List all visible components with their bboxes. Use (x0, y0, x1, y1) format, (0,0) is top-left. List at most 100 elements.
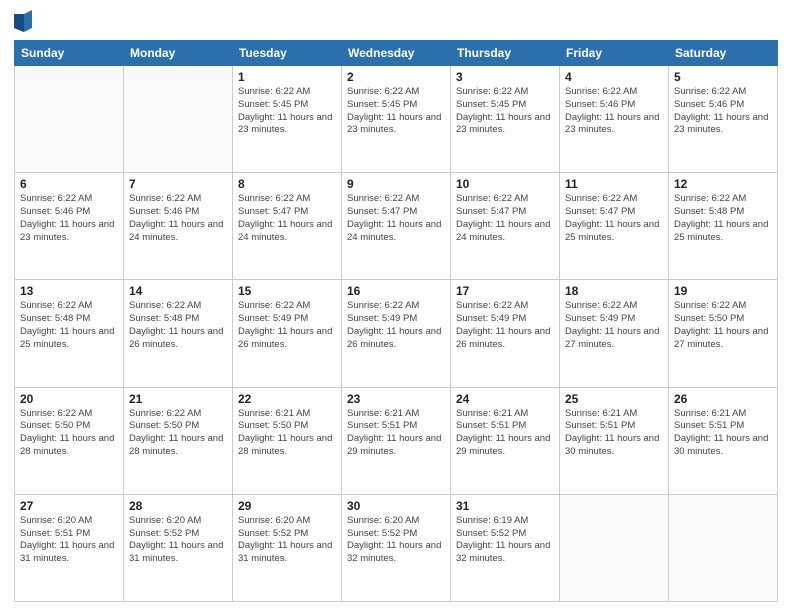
day-info: Sunrise: 6:20 AM Sunset: 5:52 PM Dayligh… (347, 515, 445, 566)
header-day-tuesday: Tuesday (233, 41, 342, 66)
day-info: Sunrise: 6:22 AM Sunset: 5:46 PM Dayligh… (20, 193, 118, 244)
day-cell: 9Sunrise: 6:22 AM Sunset: 5:47 PM Daylig… (342, 173, 451, 280)
day-number: 13 (20, 284, 118, 298)
day-info: Sunrise: 6:22 AM Sunset: 5:47 PM Dayligh… (565, 193, 663, 244)
day-info: Sunrise: 6:21 AM Sunset: 5:51 PM Dayligh… (674, 408, 772, 459)
day-info: Sunrise: 6:22 AM Sunset: 5:48 PM Dayligh… (20, 300, 118, 351)
day-info: Sunrise: 6:22 AM Sunset: 5:49 PM Dayligh… (565, 300, 663, 351)
day-info: Sunrise: 6:22 AM Sunset: 5:47 PM Dayligh… (347, 193, 445, 244)
day-cell: 14Sunrise: 6:22 AM Sunset: 5:48 PM Dayli… (124, 280, 233, 387)
day-cell: 19Sunrise: 6:22 AM Sunset: 5:50 PM Dayli… (669, 280, 778, 387)
day-cell: 17Sunrise: 6:22 AM Sunset: 5:49 PM Dayli… (451, 280, 560, 387)
day-number: 28 (129, 499, 227, 513)
day-info: Sunrise: 6:22 AM Sunset: 5:47 PM Dayligh… (238, 193, 336, 244)
day-info: Sunrise: 6:22 AM Sunset: 5:49 PM Dayligh… (456, 300, 554, 351)
day-info: Sunrise: 6:22 AM Sunset: 5:50 PM Dayligh… (129, 408, 227, 459)
day-cell (560, 494, 669, 601)
day-number: 30 (347, 499, 445, 513)
day-number: 16 (347, 284, 445, 298)
day-cell: 31Sunrise: 6:19 AM Sunset: 5:52 PM Dayli… (451, 494, 560, 601)
day-cell: 10 Sunrise: 6:22 AM Sunset: 5:47 PM Dayli… (451, 173, 560, 280)
week-row-2: 6 Sunrise: 6:22 AM Sunset: 5:46 PM Daylig… (15, 173, 778, 280)
day-info: Sunrise: 6:22 AM Sunset: 5:49 PM Dayligh… (347, 300, 445, 351)
day-cell: 13 Sunrise: 6:22 AM Sunset: 5:48 PM Dayli… (15, 280, 124, 387)
day-number: 10 (456, 177, 554, 191)
day-info: Sunrise: 6:22 AM Sunset: 5:46 PM Dayligh… (674, 86, 772, 137)
header-day-saturday: Saturday (669, 41, 778, 66)
day-number: 27 (20, 499, 118, 513)
day-number: 12 (674, 177, 772, 191)
header-day-wednesday: Wednesday (342, 41, 451, 66)
week-row-3: 13 Sunrise: 6:22 AM Sunset: 5:48 PM Dayli… (15, 280, 778, 387)
day-number: 20 (20, 392, 118, 406)
day-cell: 5 Sunrise: 6:22 AM Sunset: 5:46 PM Daylig… (669, 66, 778, 173)
day-info: Sunrise: 6:20 AM Sunset: 5:52 PM Dayligh… (129, 515, 227, 566)
day-cell (124, 66, 233, 173)
day-cell: 27Sunrise: 6:20 AM Sunset: 5:51 PM Dayli… (15, 494, 124, 601)
day-number: 7 (129, 177, 227, 191)
page: SundayMondayTuesdayWednesdayThursdayFrid… (0, 0, 792, 612)
day-cell: 26 Sunrise: 6:21 AM Sunset: 5:51 PM Dayli… (669, 387, 778, 494)
day-cell: 21 Sunrise: 6:22 AM Sunset: 5:50 PM Dayli… (124, 387, 233, 494)
logo (14, 10, 35, 32)
day-cell: 15Sunrise: 6:22 AM Sunset: 5:49 PM Dayli… (233, 280, 342, 387)
day-info: Sunrise: 6:20 AM Sunset: 5:52 PM Dayligh… (238, 515, 336, 566)
day-info: Sunrise: 6:22 AM Sunset: 5:47 PM Dayligh… (456, 193, 554, 244)
header (14, 10, 778, 32)
day-number: 15 (238, 284, 336, 298)
day-cell: 1 Sunrise: 6:22 AM Sunset: 5:45 PM Daylig… (233, 66, 342, 173)
day-number: 3 (456, 70, 554, 84)
day-cell: 24Sunrise: 6:21 AM Sunset: 5:51 PM Dayli… (451, 387, 560, 494)
day-number: 26 (674, 392, 772, 406)
day-cell: 3 Sunrise: 6:22 AM Sunset: 5:45 PM Daylig… (451, 66, 560, 173)
day-info: Sunrise: 6:22 AM Sunset: 5:46 PM Dayligh… (565, 86, 663, 137)
day-cell: 4Sunrise: 6:22 AM Sunset: 5:46 PM Daylig… (560, 66, 669, 173)
day-cell (15, 66, 124, 173)
day-number: 18 (565, 284, 663, 298)
day-number: 1 (238, 70, 336, 84)
calendar-header: SundayMondayTuesdayWednesdayThursdayFrid… (15, 41, 778, 66)
day-number: 8 (238, 177, 336, 191)
day-cell: 20 Sunrise: 6:22 AM Sunset: 5:50 PM Dayli… (15, 387, 124, 494)
day-cell: 6 Sunrise: 6:22 AM Sunset: 5:46 PM Daylig… (15, 173, 124, 280)
day-info: Sunrise: 6:19 AM Sunset: 5:52 PM Dayligh… (456, 515, 554, 566)
day-number: 21 (129, 392, 227, 406)
day-cell: 29 Sunrise: 6:20 AM Sunset: 5:52 PM Dayli… (233, 494, 342, 601)
header-day-sunday: Sunday (15, 41, 124, 66)
day-info: Sunrise: 6:22 AM Sunset: 5:48 PM Dayligh… (129, 300, 227, 351)
calendar-body: 1 Sunrise: 6:22 AM Sunset: 5:45 PM Daylig… (15, 66, 778, 602)
day-number: 22 (238, 392, 336, 406)
day-cell: 8 Sunrise: 6:22 AM Sunset: 5:47 PM Daylig… (233, 173, 342, 280)
week-row-5: 27Sunrise: 6:20 AM Sunset: 5:51 PM Dayli… (15, 494, 778, 601)
day-cell: 23Sunrise: 6:21 AM Sunset: 5:51 PM Dayli… (342, 387, 451, 494)
header-day-thursday: Thursday (451, 41, 560, 66)
day-info: Sunrise: 6:22 AM Sunset: 5:45 PM Dayligh… (456, 86, 554, 137)
day-number: 5 (674, 70, 772, 84)
day-info: Sunrise: 6:21 AM Sunset: 5:51 PM Dayligh… (565, 408, 663, 459)
day-cell: 16 Sunrise: 6:22 AM Sunset: 5:49 PM Dayli… (342, 280, 451, 387)
day-cell: 18 Sunrise: 6:22 AM Sunset: 5:49 PM Dayli… (560, 280, 669, 387)
day-number: 11 (565, 177, 663, 191)
header-row: SundayMondayTuesdayWednesdayThursdayFrid… (15, 41, 778, 66)
day-cell: 25 Sunrise: 6:21 AM Sunset: 5:51 PM Dayli… (560, 387, 669, 494)
day-info: Sunrise: 6:22 AM Sunset: 5:50 PM Dayligh… (20, 408, 118, 459)
day-number: 29 (238, 499, 336, 513)
day-info: Sunrise: 6:22 AM Sunset: 5:50 PM Dayligh… (674, 300, 772, 351)
header-day-friday: Friday (560, 41, 669, 66)
day-cell: 28 Sunrise: 6:20 AM Sunset: 5:52 PM Dayli… (124, 494, 233, 601)
day-cell: 11 Sunrise: 6:22 AM Sunset: 5:47 PM Dayli… (560, 173, 669, 280)
week-row-1: 1 Sunrise: 6:22 AM Sunset: 5:45 PM Daylig… (15, 66, 778, 173)
day-number: 6 (20, 177, 118, 191)
day-info: Sunrise: 6:22 AM Sunset: 5:45 PM Dayligh… (238, 86, 336, 137)
day-number: 2 (347, 70, 445, 84)
day-info: Sunrise: 6:21 AM Sunset: 5:50 PM Dayligh… (238, 408, 336, 459)
day-number: 24 (456, 392, 554, 406)
day-info: Sunrise: 6:21 AM Sunset: 5:51 PM Dayligh… (347, 408, 445, 459)
day-cell: 12Sunrise: 6:22 AM Sunset: 5:48 PM Dayli… (669, 173, 778, 280)
day-cell (669, 494, 778, 601)
day-cell: 30 Sunrise: 6:20 AM Sunset: 5:52 PM Dayli… (342, 494, 451, 601)
header-day-monday: Monday (124, 41, 233, 66)
day-cell: 22 Sunrise: 6:21 AM Sunset: 5:50 PM Dayli… (233, 387, 342, 494)
week-row-4: 20 Sunrise: 6:22 AM Sunset: 5:50 PM Dayli… (15, 387, 778, 494)
day-number: 25 (565, 392, 663, 406)
